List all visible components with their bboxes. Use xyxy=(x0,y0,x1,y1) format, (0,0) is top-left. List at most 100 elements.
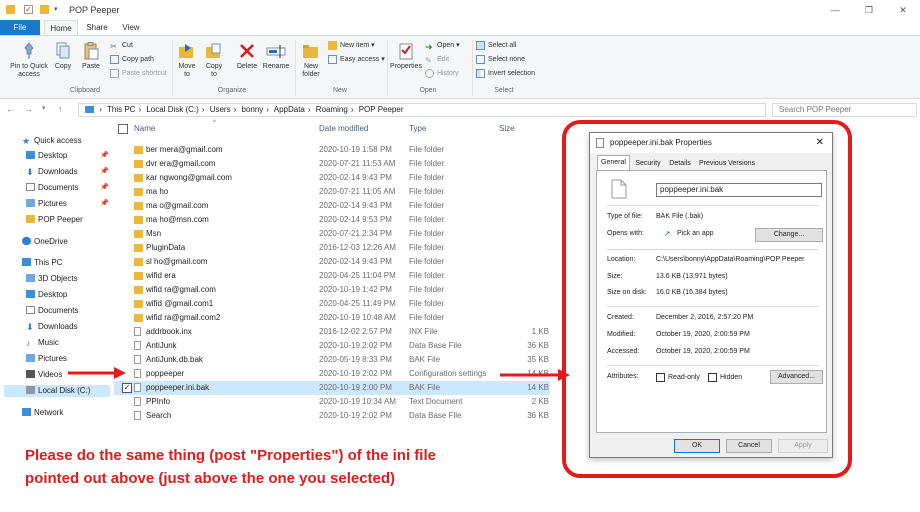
breadcrumb[interactable]: › This PC › Local Disk (C:) › Users › bonny… xyxy=(78,103,766,117)
table-row[interactable]: addrbook.inx 2016-12-02 2:57 PM INX File 1 … xyxy=(114,325,550,339)
history-button[interactable]: History xyxy=(425,68,459,80)
column-type[interactable]: Type xyxy=(409,122,426,136)
cancel-button[interactable]: Cancel xyxy=(726,439,772,453)
invert-selection-button[interactable]: Invert selection xyxy=(476,68,535,80)
table-row[interactable]: AntiJunk.db.bak 2020-05-19 8:33 PM BAK Fil… xyxy=(114,353,550,367)
rename-button[interactable]: Rename xyxy=(262,42,290,71)
column-name[interactable]: Name xyxy=(134,122,155,136)
edit-button[interactable]: ✎ Edit xyxy=(425,54,449,66)
close-button[interactable]: ✕ xyxy=(896,3,910,17)
delete-button[interactable]: Delete xyxy=(234,42,260,71)
properties-button[interactable]: Properties xyxy=(389,42,423,71)
ok-button[interactable]: OK xyxy=(674,439,720,453)
nav-videos[interactable]: Videos xyxy=(26,369,62,381)
tab-general[interactable]: General xyxy=(597,155,630,170)
crumb-pop-peeper[interactable]: POP Peeper xyxy=(359,105,404,114)
pin-icon[interactable]: 📌 xyxy=(100,151,109,159)
up-arrow-icon[interactable]: ↑ xyxy=(58,104,63,114)
pin-to-quick-access-button[interactable]: Pin to Quick access xyxy=(6,42,52,79)
table-row[interactable]: Msn 2020-07-21 2:34 PM File folder xyxy=(114,227,550,241)
nav-downloads[interactable]: ⬇ Downloads xyxy=(26,166,78,178)
new-folder-button[interactable]: New folder xyxy=(298,42,324,79)
filename-field[interactable]: poppeeper.ini.bak xyxy=(656,183,822,197)
nav-music[interactable]: ♪ Music xyxy=(26,337,59,349)
advanced-button[interactable]: Advanced... xyxy=(770,370,823,384)
back-arrow-icon[interactable]: ← xyxy=(6,104,15,114)
move-to-button[interactable]: Move to xyxy=(176,42,198,79)
folder-small-icon[interactable] xyxy=(40,5,49,14)
table-row[interactable]: wifid era 2020-04-25 11:04 PM File folder xyxy=(114,269,550,283)
table-row[interactable]: ma ho@msn.com 2020-02-14 9:53 PM File fold… xyxy=(114,213,550,227)
nav-documents[interactable]: Documents xyxy=(26,182,78,194)
read-only-checkbox[interactable] xyxy=(656,373,665,382)
table-row[interactable]: ma o@gmail.com 2020-02-14 9:43 PM File fol… xyxy=(114,199,550,213)
copy-to-button[interactable]: Copy to xyxy=(202,42,226,79)
nav-desktop[interactable]: Desktop xyxy=(26,150,67,162)
paste-shortcut-button[interactable]: Paste shortcut xyxy=(110,68,167,80)
select-none-button[interactable]: Select none xyxy=(476,54,525,66)
table-row[interactable]: wifid @gmail.com1 2020-04-25 11:49 PM File… xyxy=(114,297,550,311)
nav-quick-access[interactable]: ★ Quick access xyxy=(22,135,82,147)
copy-path-button[interactable]: Copy path xyxy=(110,54,154,66)
open-button[interactable]: ➜ Open ▾ xyxy=(425,40,460,52)
column-size[interactable]: Size xyxy=(499,122,515,136)
table-row[interactable]: kar ngwong@gmail.com 2020-02-14 9:43 PM Fi… xyxy=(114,171,550,185)
select-all-button[interactable]: Select all xyxy=(476,40,516,52)
table-row[interactable]: Search 2020-10-19 2:02 PM Data Base File 36… xyxy=(114,409,550,423)
nav-pc-downloads[interactable]: ⬇ Downloads xyxy=(26,321,78,333)
table-row[interactable]: PPInfo 2020-10-19 10:34 AM Text Document 2 … xyxy=(114,395,550,409)
dialog-close-button[interactable]: ✕ xyxy=(816,133,824,153)
crumb-this-pc[interactable]: This PC xyxy=(107,105,135,114)
nav-network[interactable]: Network xyxy=(22,407,63,419)
table-row[interactable]: ma ho 2020-07-21 11:05 AM File folder xyxy=(114,185,550,199)
forward-arrow-icon[interactable]: → xyxy=(24,104,33,114)
paste-button[interactable]: Paste xyxy=(78,42,104,71)
nav-3d-objects[interactable]: 3D Objects xyxy=(26,273,78,285)
nav-this-pc[interactable]: This PC xyxy=(22,257,62,269)
new-item-button[interactable]: New item ▾ xyxy=(328,40,375,52)
maximize-button[interactable]: ❐ xyxy=(862,3,876,17)
table-row[interactable]: sl ho@gmail.com 2020-02-14 9:43 PM File fo… xyxy=(114,255,550,269)
quick-access-dropdown-icon[interactable]: ▾ xyxy=(54,5,63,14)
checkmark-icon[interactable]: ✓ xyxy=(24,5,33,14)
table-row[interactable]: AntiJunk 2020-10-19 2:02 PM Data Base File… xyxy=(114,339,550,353)
table-row[interactable]: PluginData 2016-12-03 12:26 AM File folder xyxy=(114,241,550,255)
crumb-users[interactable]: Users xyxy=(210,105,231,114)
row-checkbox[interactable]: ✓ xyxy=(122,383,132,393)
crumb-appdata[interactable]: AppData xyxy=(274,105,305,114)
tab-view[interactable]: View xyxy=(116,20,146,35)
table-row[interactable]: wifid ra@gmail.com 2020-10-19 1:42 PM File… xyxy=(114,283,550,297)
pin-icon[interactable]: 📌 xyxy=(100,199,109,207)
table-row[interactable]: wifid ra@gmail.com2 2020-10-19 10:48 AM Fi… xyxy=(114,311,550,325)
crumb-roaming[interactable]: Roaming xyxy=(316,105,348,114)
tab-security[interactable]: Security xyxy=(632,157,664,170)
tab-home[interactable]: Home xyxy=(44,20,78,35)
cut-button[interactable]: ✂ Cut xyxy=(110,40,133,52)
table-row[interactable]: poppeeper 2020-10-19 2:02 PM Configuration… xyxy=(114,367,550,381)
nav-pop-peeper[interactable]: POP Peeper xyxy=(26,214,83,226)
select-all-checkbox[interactable] xyxy=(118,124,128,134)
table-row[interactable]: ber mera@gmail.com 2020-10-19 1:58 PM File… xyxy=(114,143,550,157)
nav-pc-desktop[interactable]: Desktop xyxy=(26,289,67,301)
nav-pictures[interactable]: Pictures xyxy=(26,198,67,210)
nav-onedrive[interactable]: OneDrive xyxy=(22,236,68,248)
pin-icon[interactable]: 📌 xyxy=(100,167,109,175)
crumb-local-disk[interactable]: Local Disk (C:) xyxy=(146,105,198,114)
tab-details[interactable]: Details xyxy=(666,157,694,170)
crumb-bonny[interactable]: bonny xyxy=(242,105,264,114)
table-row[interactable]: ✓ poppeeper.ini.bak 2020-10-19 2:00 PM BAK … xyxy=(114,381,550,395)
apply-button[interactable]: Apply xyxy=(778,439,828,453)
column-date-modified[interactable]: Date modified xyxy=(319,122,368,136)
tab-file[interactable]: File xyxy=(0,20,40,35)
nav-local-disk[interactable]: Local Disk (C:) xyxy=(4,385,110,397)
hidden-checkbox[interactable] xyxy=(708,373,717,382)
tab-previous-versions[interactable]: Previous Versions xyxy=(696,157,758,170)
table-row[interactable]: dvr era@gmail.com 2020-07-21 11:53 AM File… xyxy=(114,157,550,171)
search-input[interactable]: Search POP Peeper xyxy=(772,103,917,117)
nav-pc-pictures[interactable]: Pictures xyxy=(26,353,67,365)
easy-access-button[interactable]: Easy access ▾ xyxy=(328,54,385,66)
recent-dropdown-icon[interactable]: ▾ xyxy=(42,104,46,112)
minimize-button[interactable]: — xyxy=(828,3,842,17)
nav-pc-documents[interactable]: Documents xyxy=(26,305,78,317)
copy-button[interactable]: Copy xyxy=(52,42,74,71)
